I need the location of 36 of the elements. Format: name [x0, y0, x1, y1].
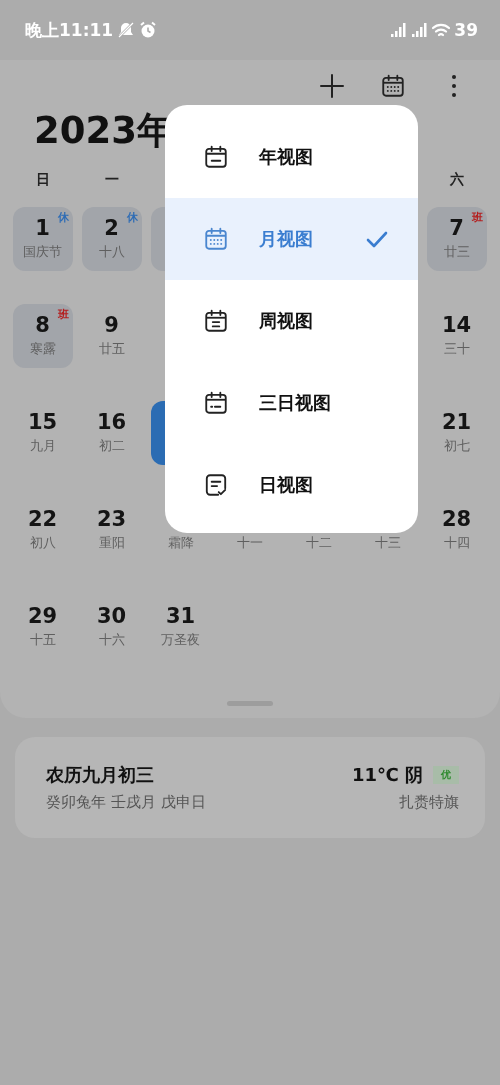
menu-item[interactable]: 周视图 [165, 280, 418, 362]
weekday-label: 六 [449, 171, 464, 189]
alarm-icon [139, 21, 158, 39]
weekday-label: 日 [35, 171, 50, 189]
day-cell[interactable]: 22 初八 [12, 498, 73, 562]
more-icon [451, 73, 457, 98]
day-cell[interactable]: 14 三十 [426, 304, 487, 368]
day-cell[interactable]: 2 休 十八 [81, 207, 142, 271]
status-time: 晚上11:11 [25, 18, 114, 42]
day-cell[interactable]: 1 休 国庆节 [12, 207, 73, 271]
air-quality-badge: 优 [433, 766, 459, 784]
day-cell[interactable]: 8 班 寒露 [12, 304, 73, 368]
signal-icon [390, 22, 408, 38]
day-cell[interactable]: 29 十五 [12, 595, 73, 659]
weekday-label: 一 [104, 171, 119, 189]
day-cell[interactable]: 7 班 廿三 [426, 207, 487, 271]
add-icon [320, 73, 344, 98]
day-cell[interactable]: 30 十六 [81, 595, 142, 659]
day-cell[interactable]: 15 九月 [12, 401, 73, 465]
wifi-icon [432, 22, 451, 38]
weather-text: 11℃ 阴 [351, 763, 423, 787]
day-cell[interactable]: 21 初七 [426, 401, 487, 465]
check-icon [366, 229, 388, 249]
day-cell[interactable]: 28 十四 [426, 498, 487, 562]
mute-bell-icon [117, 21, 136, 39]
day-cell[interactable]: 23 重阳 [81, 498, 142, 562]
ganzhi-date: 癸卯兔年 壬戌月 戊申日 [46, 793, 206, 812]
menu-item[interactable]: 三日视图 [165, 362, 418, 444]
day-cell[interactable]: 16 初二 [81, 401, 142, 465]
day-cell[interactable]: 9 廿五 [81, 304, 142, 368]
signal-icon [411, 22, 429, 38]
menu-item[interactable]: 月视图 [165, 198, 418, 280]
day-cell[interactable]: 31 万圣夜 [150, 595, 211, 659]
battery-level: 39 [454, 20, 478, 40]
location-text: 扎赉特旗 [399, 793, 459, 812]
lunar-date: 农历九月初三 [46, 763, 155, 787]
